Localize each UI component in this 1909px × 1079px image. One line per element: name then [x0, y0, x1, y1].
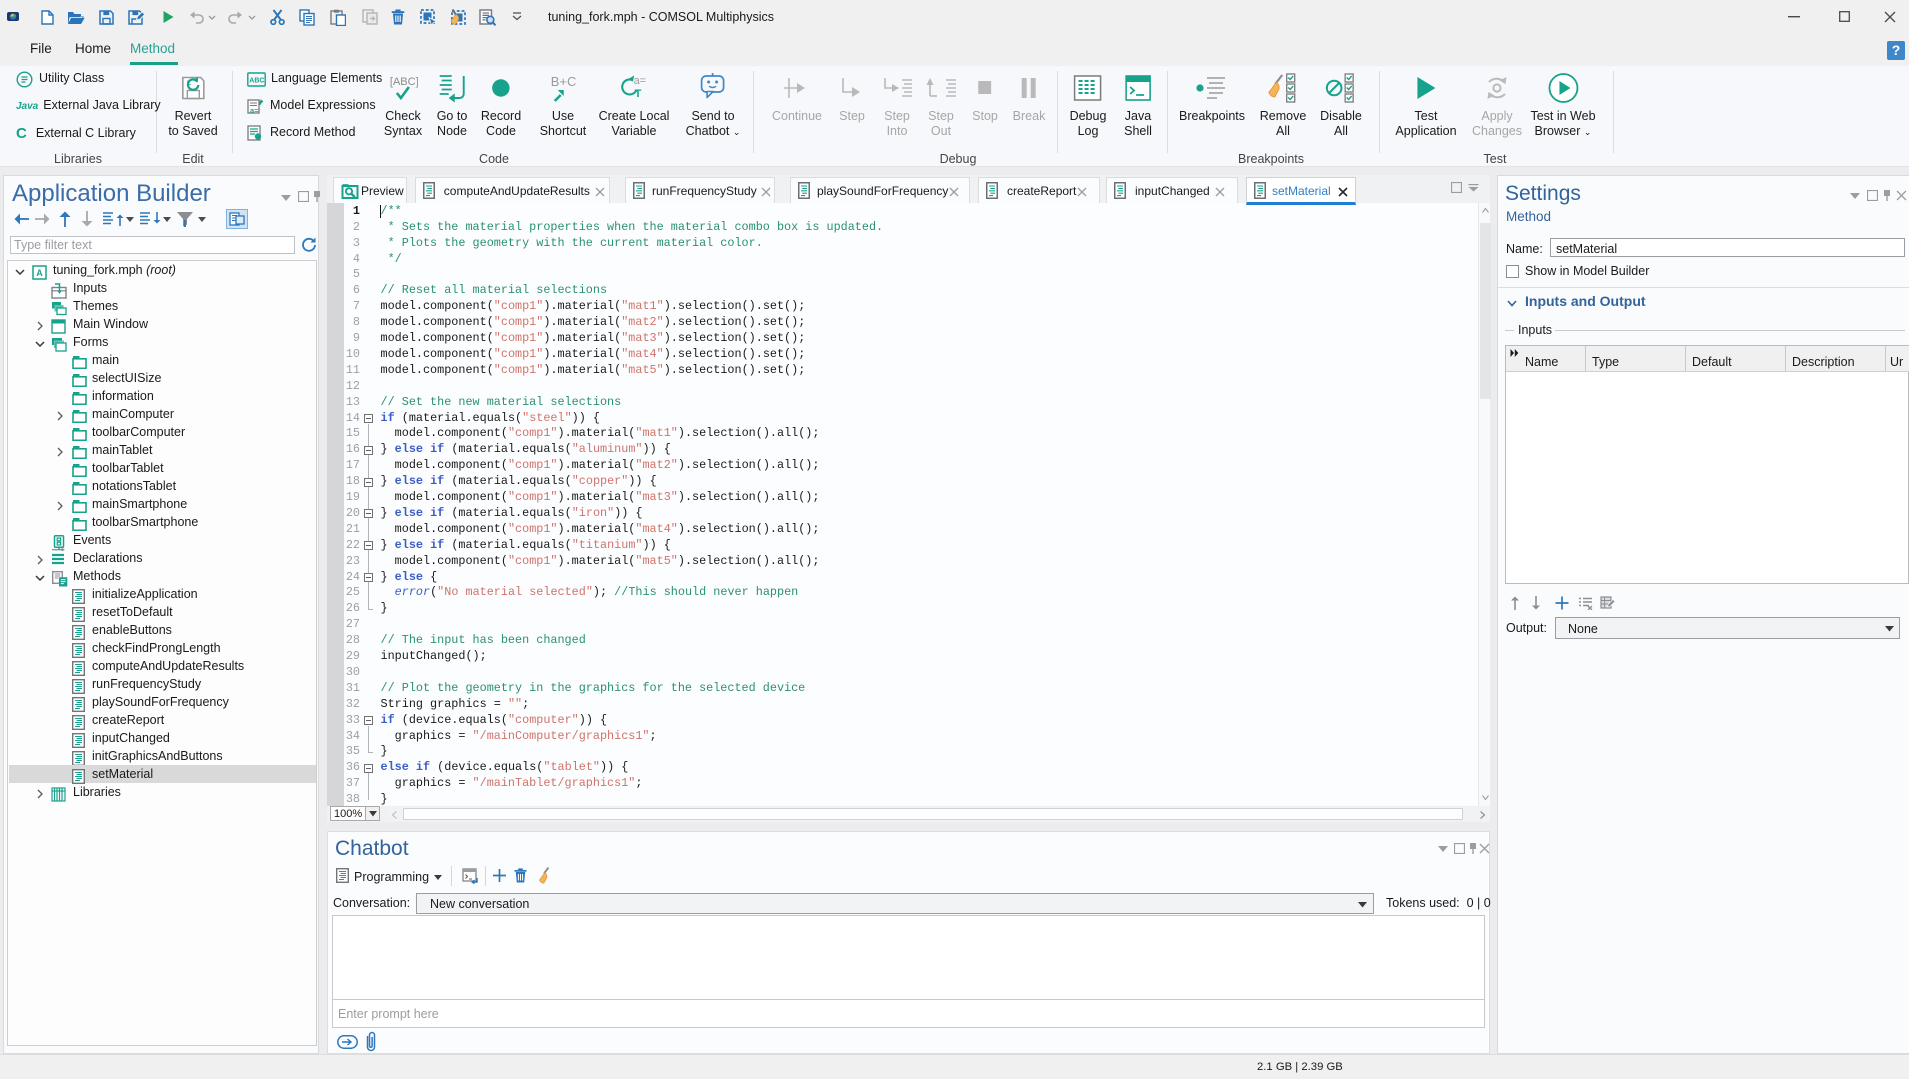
svg-text:[ABC]: [ABC]	[390, 76, 418, 88]
svg-text:ABC: ABC	[249, 78, 264, 85]
svg-text:A: A	[36, 268, 43, 278]
svg-text:a=: a=	[250, 106, 259, 115]
svg-text:T: T	[635, 88, 642, 100]
svg-text:B+C: B+C	[551, 74, 577, 89]
svg-text:a=: a=	[634, 75, 647, 87]
